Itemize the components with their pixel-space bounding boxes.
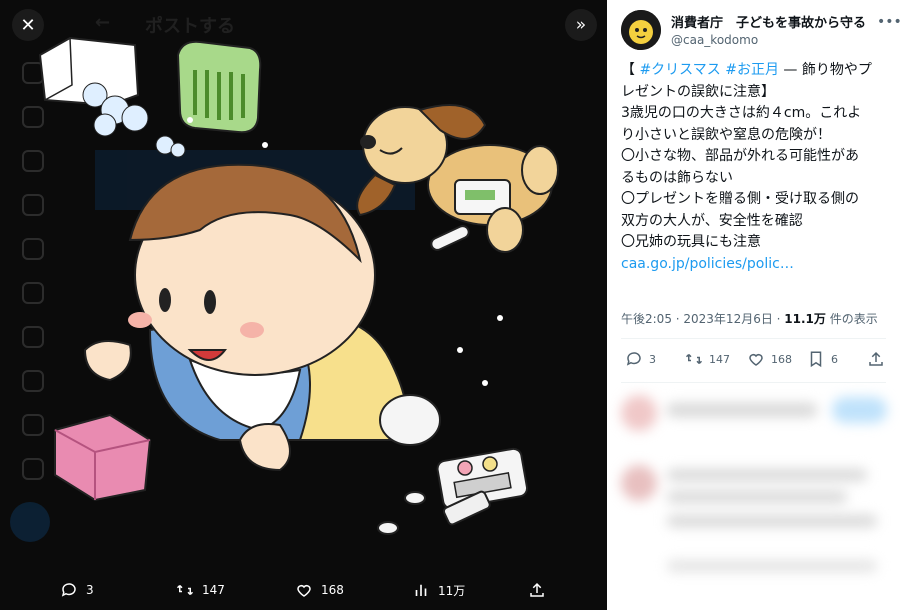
tweet-line: 〇小さな物、部品が外れる可能性があ <box>621 148 859 164</box>
pedometer-drawing <box>436 447 529 526</box>
reply-stat-count: 3 <box>649 352 656 366</box>
share-stat[interactable] <box>867 350 885 368</box>
tweet-line: レゼントの誤飲に注意】 <box>621 83 775 100</box>
hashtag-new-year[interactable]: #お正月 <box>725 62 779 78</box>
author-handle[interactable]: @caa_kodomo <box>671 33 866 47</box>
reply-button[interactable]: 3 <box>60 581 94 599</box>
blurred-replies <box>607 385 900 610</box>
repost-icon <box>685 353 703 365</box>
repost-button[interactable]: 147 <box>176 581 225 599</box>
reply-icon <box>626 352 641 366</box>
media-viewer: ポストする ← ✕ » 3 147 168 11万 <box>0 0 607 610</box>
repost-icon <box>176 584 194 596</box>
tweet-line: 【 #クリスマス #お正月 — 飾り物やプ <box>621 62 872 78</box>
tweet-line: るものは飾らない <box>621 169 733 186</box>
like-stat[interactable]: 168 <box>747 350 792 368</box>
expand-panel-button[interactable]: » <box>565 9 597 41</box>
more-options-button[interactable]: ••• <box>877 14 900 30</box>
heart-icon <box>297 585 311 597</box>
divider <box>621 338 886 339</box>
reply-stat[interactable]: 3 <box>625 350 656 368</box>
hashtag-christmas[interactable]: #クリスマス <box>639 62 720 78</box>
share-icon <box>869 351 883 366</box>
views-button[interactable]: 11万 <box>412 581 465 599</box>
media-action-bar: 3 147 168 11万 <box>0 570 607 610</box>
like-count: 168 <box>321 583 344 597</box>
tweet-link[interactable]: caa.go.jp/policies/polic… <box>621 254 891 276</box>
illustration-baby-toys <box>38 36 559 535</box>
author-name[interactable]: 消費者庁 子どもを事故から守る <box>671 12 866 31</box>
heart-icon <box>749 354 763 366</box>
tweet-line: 3歳児の口の大きさは約４cm。これよ <box>621 105 862 121</box>
close-icon: ✕ <box>20 14 36 36</box>
like-stat-count: 168 <box>771 352 792 366</box>
tweet-panel: 消費者庁 子どもを事故から守る @caa_kodomo ••• 【 #クリスマス… <box>607 0 900 610</box>
reply-icon <box>61 583 76 597</box>
tweet-stats-bar: 3 147 168 6 <box>607 350 900 374</box>
bookmark-stat-count: 6 <box>831 352 838 366</box>
tweet-line: り小さいと誤飲や窒息の危険が！ <box>621 126 831 143</box>
magnet-balls-drawing <box>54 413 152 502</box>
tweet-line: 〇プレゼントを贈る側・受け取る側の <box>621 191 859 207</box>
repost-stat[interactable]: 147 <box>685 350 730 368</box>
views-label: 件の表示 <box>825 312 878 326</box>
like-button[interactable]: 168 <box>295 581 344 599</box>
bookmark-icon <box>810 351 822 368</box>
divider <box>621 382 886 383</box>
close-button[interactable]: ✕ <box>12 9 44 41</box>
repost-count: 147 <box>202 583 225 597</box>
bookmark-stat[interactable]: 6 <box>807 350 838 368</box>
more-icon: ••• <box>877 14 900 30</box>
repost-stat-count: 147 <box>709 352 730 366</box>
tweet-line: 双方の大人が、安全性を確認 <box>621 212 803 229</box>
share-button[interactable] <box>528 581 546 599</box>
views-total: 11.1万 <box>784 312 826 326</box>
dog-toy-drawing <box>356 104 559 253</box>
avatar[interactable] <box>621 10 661 50</box>
tweet-body: 【 #クリスマス #お正月 — 飾り物やプ レゼントの誤飲に注意】 3歳児の口の… <box>621 60 891 275</box>
double-chevron-right-icon: » <box>575 15 587 35</box>
sugar-cube-drawing <box>38 36 186 158</box>
tweet-line: 〇兄姉の玩具にも注意 <box>621 234 761 250</box>
tweet-timestamp[interactable]: 午後2:05 · 2023年12月6日 · <box>621 312 784 326</box>
baby-drawing <box>83 163 441 472</box>
tweet-author[interactable]: 消費者庁 子どもを事故から守る @caa_kodomo <box>621 10 866 50</box>
reply-count: 3 <box>86 583 94 597</box>
tweet-meta: 午後2:05 · 2023年12月6日 · 11.1万 件の表示 <box>621 310 878 327</box>
share-icon <box>530 582 544 597</box>
bar-chart-icon <box>415 584 427 596</box>
views-count: 11万 <box>438 583 466 598</box>
